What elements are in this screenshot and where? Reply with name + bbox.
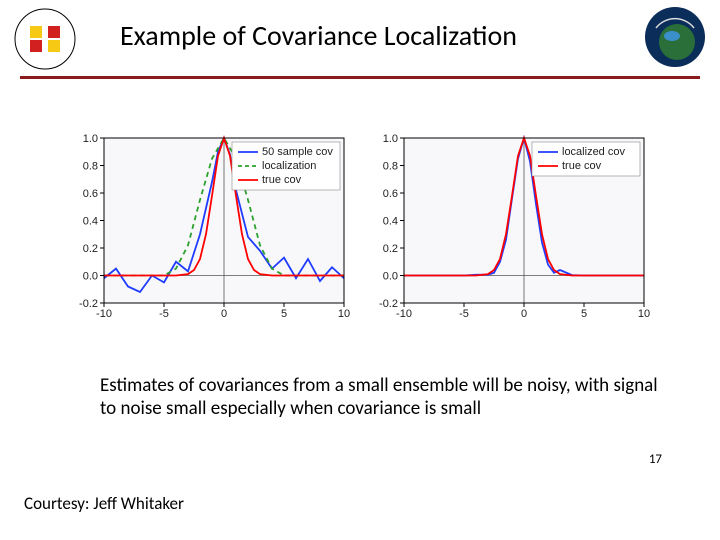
svg-text:-10: -10 (396, 308, 412, 320)
svg-text:-10: -10 (96, 308, 112, 320)
chart-right: -10 -5 0 5 10 -0.2 0.0 0.2 0.4 0.6 0.8 1.0 localized… (370, 130, 650, 325)
university-logo-icon (14, 8, 76, 75)
header: Example of Covariance Localization (0, 0, 720, 76)
svg-text:0: 0 (221, 308, 227, 320)
svg-text:true cov: true cov (562, 160, 602, 172)
svg-text:-5: -5 (159, 308, 169, 320)
svg-text:1.0: 1.0 (83, 133, 98, 145)
page-number: 17 (649, 452, 662, 467)
svg-text:0.0: 0.0 (83, 271, 98, 283)
svg-text:0.2: 0.2 (383, 243, 398, 255)
svg-text:-0.2: -0.2 (379, 298, 398, 310)
svg-text:0.4: 0.4 (383, 216, 398, 228)
svg-text:-0.2: -0.2 (79, 298, 98, 310)
svg-text:5: 5 (581, 308, 587, 320)
svg-text:5: 5 (281, 308, 287, 320)
svg-text:10: 10 (638, 308, 650, 320)
svg-text:0: 0 (521, 308, 527, 320)
jcsda-logo-icon (644, 6, 706, 73)
charts-container: -10 -5 0 5 10 -0.2 0.0 0.2 0.4 0.6 0.8 1.0 50 sample… (70, 130, 650, 330)
svg-text:0.8: 0.8 (83, 161, 98, 173)
svg-text:0.6: 0.6 (383, 188, 398, 200)
slide-title: Example of Covariance Localization (120, 18, 517, 53)
svg-text:true cov: true cov (262, 174, 302, 186)
svg-text:0.8: 0.8 (383, 161, 398, 173)
svg-text:0.0: 0.0 (383, 271, 398, 283)
svg-text:localized cov: localized cov (562, 146, 625, 158)
title-divider (20, 76, 700, 79)
svg-text:localization: localization (262, 160, 316, 172)
svg-text:0.6: 0.6 (83, 188, 98, 200)
chart-left: -10 -5 0 5 10 -0.2 0.0 0.2 0.4 0.6 0.8 1.0 50 sample… (70, 130, 350, 325)
svg-text:10: 10 (338, 308, 350, 320)
svg-text:50 sample cov: 50 sample cov (262, 146, 333, 158)
slide-body-text: Estimates of covariances from a small en… (100, 375, 660, 421)
svg-text:-5: -5 (459, 308, 469, 320)
svg-text:0.2: 0.2 (83, 243, 98, 255)
svg-text:1.0: 1.0 (383, 133, 398, 145)
svg-text:0.4: 0.4 (83, 216, 98, 228)
courtesy-line: Courtesy: Jeff Whitaker (24, 493, 184, 514)
slide: Example of Covariance Localization -10 -5… (0, 0, 720, 540)
